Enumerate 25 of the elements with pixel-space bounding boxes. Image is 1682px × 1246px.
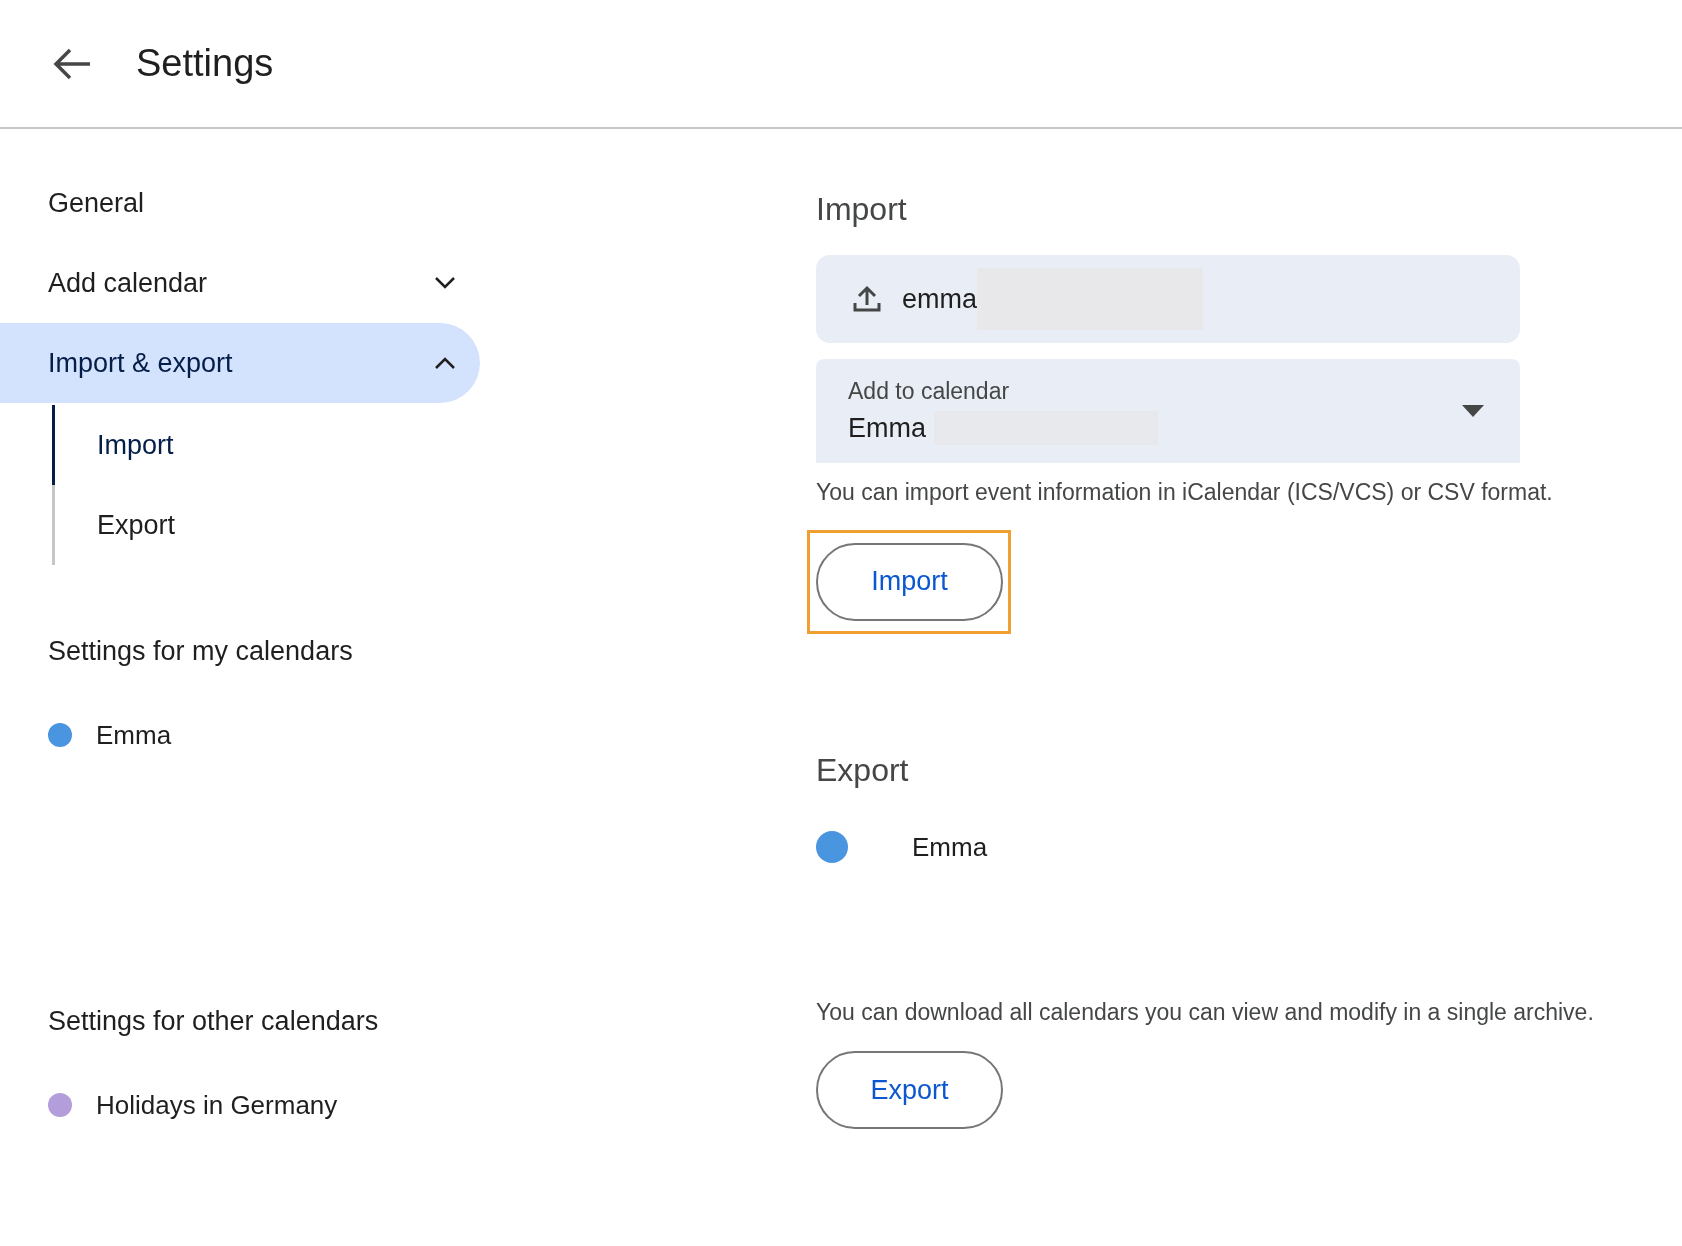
- calendar-select[interactable]: Add to calendar Emma: [816, 359, 1520, 463]
- import-button[interactable]: Import: [816, 542, 1003, 621]
- select-value: Emma: [848, 412, 926, 445]
- export-heading: Export: [816, 750, 910, 790]
- export-note: You can download all calendars you can view and modify in a single archive.: [816, 997, 1595, 1027]
- page-title: Settings: [136, 41, 274, 86]
- back-arrow-icon[interactable]: [52, 46, 92, 81]
- dropdown-caret-icon: [1462, 405, 1484, 417]
- calendar-name: Holidays in Germany: [96, 1088, 338, 1122]
- section-heading: Settings for my calendars: [48, 635, 354, 668]
- import-heading: Import: [816, 190, 908, 229]
- calendar-name: Emma: [912, 830, 988, 864]
- calendar-name: Emma: [96, 718, 172, 752]
- chevron-up-icon: [434, 356, 456, 370]
- import-note: You can import event information in iCalendar (ICS/VCS) or CSV format.: [816, 478, 1554, 507]
- sidebar-item[interactable]: Add calendar: [0, 243, 480, 323]
- sidebar-subitem[interactable]: Export: [52, 485, 816, 565]
- file-upload-field[interactable]: emma: [816, 255, 1520, 343]
- select-label: Add to calendar: [848, 376, 1011, 406]
- sidebar-item[interactable]: General: [0, 163, 480, 243]
- chevron-down-icon: [434, 276, 456, 290]
- sidebar-item[interactable]: Import & export: [0, 323, 480, 403]
- section-heading: Settings for other calendars: [48, 1005, 380, 1038]
- export-button[interactable]: Export: [816, 1051, 1003, 1129]
- upload-icon: [852, 285, 882, 313]
